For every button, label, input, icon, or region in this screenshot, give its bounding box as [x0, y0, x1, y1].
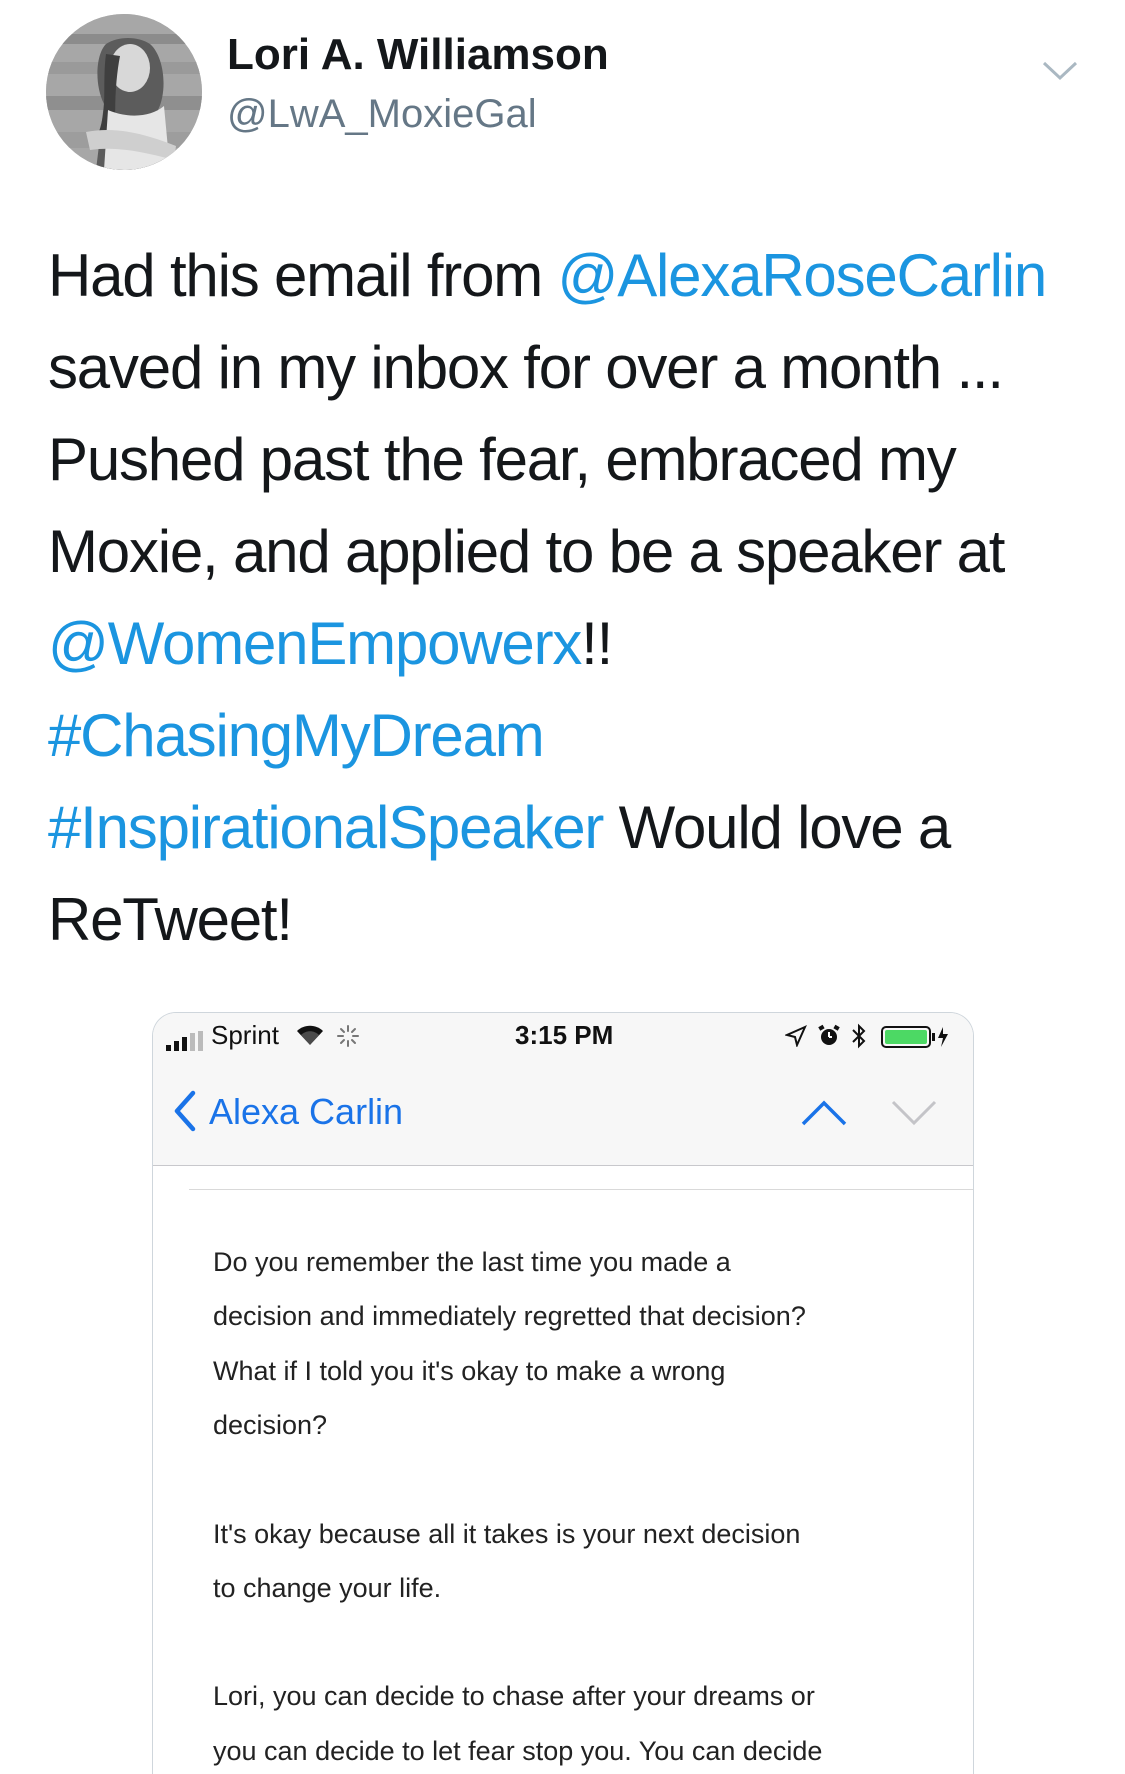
activity-spinner-icon: [337, 1025, 359, 1047]
email-line: decision and immediately regretted that …: [213, 1301, 806, 1332]
alarm-icon: [818, 1024, 840, 1045]
status-time: 3:15 PM: [515, 1020, 614, 1050]
email-line: What if I told you it's okay to make a w…: [213, 1355, 726, 1386]
chevron-left-icon[interactable]: [173, 1089, 197, 1133]
tweet-text-segment: !!: [581, 610, 613, 677]
back-button-label[interactable]: Alexa Carlin: [209, 1091, 403, 1133]
bluetooth-icon: [852, 1023, 866, 1049]
tweet-text-line: ReTweet!: [48, 874, 1088, 966]
tweet-text-segment: Moxie, and applied to be a speaker at: [48, 518, 1005, 585]
avatar[interactable]: [46, 14, 202, 170]
chevron-down-icon: [1042, 61, 1078, 81]
tweet-text-segment: Had this email from: [48, 242, 558, 309]
tweet-text-line: @WomenEmpowerx!!: [48, 598, 1088, 690]
chevron-up-icon[interactable]: [799, 1099, 849, 1127]
tweet-text: Had this email from @AlexaRoseCarlin save…: [48, 230, 1088, 966]
email-line: Lori, you can decide to chase after your…: [213, 1681, 815, 1712]
author-handle[interactable]: @LwA_MoxieGal: [227, 92, 537, 137]
email-line: you can decide to let fear stop you. You…: [213, 1735, 823, 1766]
tweet-text-segment: Would love a: [603, 794, 952, 861]
tweet-text-line: Pushed past the fear, embraced my: [48, 414, 1088, 506]
avatar-photo: [46, 14, 202, 170]
author-name[interactable]: Lori A. Williamson: [227, 30, 609, 80]
email-body: Do you remember the last time you made a…: [213, 1235, 953, 1774]
tweet-text-line: #InspirationalSpeaker Would love a: [48, 782, 1088, 874]
mention-link[interactable]: @AlexaRoseCarlin: [558, 242, 1048, 309]
tweet-text-line: #ChasingMyDream: [48, 690, 1088, 782]
tweet-text-segment: Pushed past the fear, embraced my: [48, 426, 957, 493]
tweet-text-line: Moxie, and applied to be a speaker at: [48, 506, 1088, 598]
email-paragraph: Lori, you can decide to chase after your…: [213, 1669, 953, 1774]
battery-icon: [881, 1026, 948, 1048]
divider: [189, 1189, 973, 1190]
email-paragraph: It's okay because all it takes is your n…: [213, 1507, 953, 1616]
mention-link[interactable]: @WomenEmpowerx: [48, 610, 582, 677]
email-paragraph: Do you remember the last time you made a…: [213, 1235, 953, 1453]
chevron-down-icon[interactable]: [889, 1099, 939, 1127]
tweet-text-line: Had this email from @AlexaRoseCarlin: [48, 230, 1088, 322]
email-line: decision?: [213, 1410, 328, 1441]
email-line: Do you remember the last time you made a: [213, 1247, 731, 1277]
signal-icon: [166, 1031, 203, 1051]
tweet-text-segment: saved in my inbox for over a month ...: [48, 334, 1004, 401]
tweet-text-segment: ReTweet!: [48, 886, 293, 953]
mail-nav-bar: Alexa Carlin: [153, 1061, 973, 1166]
location-arrow-icon: [785, 1025, 807, 1047]
tweet-media-screenshot[interactable]: Sprint 3:15 PM Alexa Carlin Do you remem…: [152, 1012, 974, 1774]
phone-status-bar: Sprint 3:15 PM: [153, 1013, 973, 1061]
wifi-icon: [297, 1025, 323, 1045]
tweet-text-line: saved in my inbox for over a month ...: [48, 322, 1088, 414]
carrier-label: Sprint: [211, 1020, 279, 1050]
email-line: to change your life.: [213, 1573, 442, 1604]
tweet-header: Lori A. Williamson @LwA_MoxieGal: [0, 0, 1125, 190]
tweet-options-button[interactable]: [1038, 50, 1082, 90]
hashtag-link[interactable]: #InspirationalSpeaker: [48, 794, 604, 861]
hashtag-link[interactable]: #ChasingMyDream: [48, 702, 545, 769]
email-line: It's okay because all it takes is your n…: [213, 1518, 801, 1549]
